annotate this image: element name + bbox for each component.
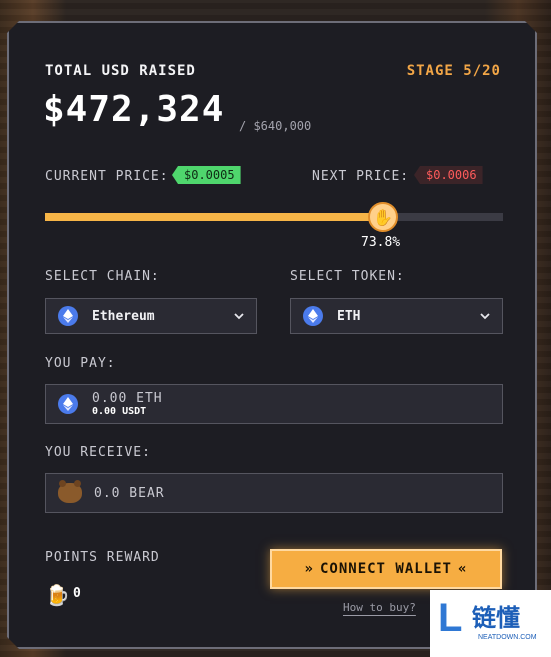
pay-amount-input[interactable]: 0.00 ETH 0.00 USDT bbox=[45, 384, 503, 424]
chain-select[interactable]: Ethereum bbox=[45, 298, 257, 334]
raise-target: / $640,000 bbox=[239, 119, 312, 133]
watermark-logo: L 链懂 NEATDOWN.COM bbox=[430, 590, 551, 657]
receive-amount-field[interactable]: 0.0 BEAR bbox=[45, 473, 503, 513]
points-reward-label: POINTS REWARD bbox=[45, 550, 160, 565]
next-price-badge: $0.0006 bbox=[414, 166, 483, 184]
bear-token-icon bbox=[58, 483, 82, 503]
raised-amount: $472,324 bbox=[43, 89, 225, 130]
select-chain-label: SELECT CHAIN: bbox=[45, 269, 160, 284]
you-receive-label: YOU RECEIVE: bbox=[45, 445, 151, 460]
receive-amount-value: 0.0 BEAR bbox=[94, 485, 165, 501]
current-price-label: CURRENT PRICE: bbox=[45, 169, 169, 184]
connect-wallet-label: CONNECT WALLET bbox=[319, 561, 452, 577]
eth-token-icon bbox=[303, 306, 323, 326]
chevron-down-icon bbox=[480, 311, 490, 321]
current-price-badge: $0.0005 bbox=[172, 166, 241, 184]
chevron-down-icon bbox=[234, 311, 244, 321]
chain-select-value: Ethereum bbox=[92, 308, 155, 324]
eth-icon bbox=[58, 394, 78, 414]
stage-indicator: STAGE 5/20 bbox=[406, 63, 501, 79]
you-pay-label: YOU PAY: bbox=[45, 356, 116, 371]
double-chevron-left-icon: « bbox=[458, 561, 468, 577]
total-raised-title: TOTAL USD RAISED bbox=[45, 63, 196, 79]
how-to-buy-link[interactable]: How to buy? bbox=[343, 601, 416, 614]
next-price-label: NEXT PRICE: bbox=[312, 169, 410, 184]
double-chevron-right-icon: » bbox=[304, 561, 314, 577]
presale-widget: TOTAL USD RAISED STAGE 5/20 $472,324 / $… bbox=[7, 21, 537, 649]
pay-amount-value: 0.00 ETH bbox=[92, 391, 163, 406]
connect-wallet-button[interactable]: » CONNECT WALLET « bbox=[270, 549, 502, 589]
progress-fill bbox=[45, 213, 383, 221]
token-select-value: ETH bbox=[337, 308, 361, 324]
pay-usdt-value: 0.00 USDT bbox=[92, 406, 147, 417]
points-reward-value: 0 bbox=[73, 586, 81, 601]
watermark-subtext: NEATDOWN.COM bbox=[478, 634, 537, 641]
select-token-label: SELECT TOKEN: bbox=[290, 269, 405, 284]
watermark-glyph: L bbox=[438, 596, 463, 640]
beer-mug-icon: 🍺 bbox=[45, 583, 70, 607]
watermark-text: 链懂 bbox=[472, 604, 520, 632]
paw-icon: ✋ bbox=[368, 202, 398, 232]
progress-percent: 73.8% bbox=[361, 235, 401, 250]
ethereum-icon bbox=[58, 306, 78, 326]
token-select[interactable]: ETH bbox=[290, 298, 503, 334]
